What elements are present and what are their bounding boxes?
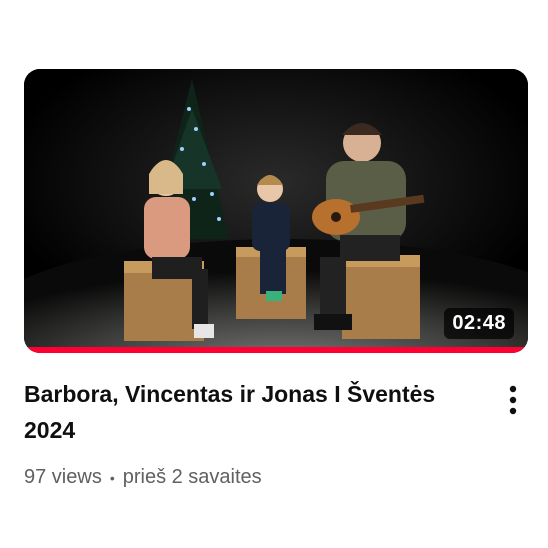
video-thumbnail[interactable]: 02:48: [24, 69, 528, 353]
more-vertical-icon: [509, 385, 517, 415]
duration-badge: 02:48: [444, 308, 514, 339]
view-count: 97 views: [24, 466, 102, 488]
video-title[interactable]: Barbora, Vincentas ir Jonas I Šventės 20…: [24, 376, 474, 448]
watch-progress-fill: [24, 347, 528, 353]
video-metadata: 97 views • prieš 2 savaites: [24, 466, 262, 489]
meta-separator: •: [109, 469, 115, 486]
publish-date: prieš 2 savaites: [122, 466, 262, 488]
more-options-button[interactable]: [498, 380, 528, 420]
video-card[interactable]: 02:48 Barbora, Vincentas ir Jonas I Šven…: [0, 0, 548, 548]
watch-progress-bar: [24, 347, 528, 353]
